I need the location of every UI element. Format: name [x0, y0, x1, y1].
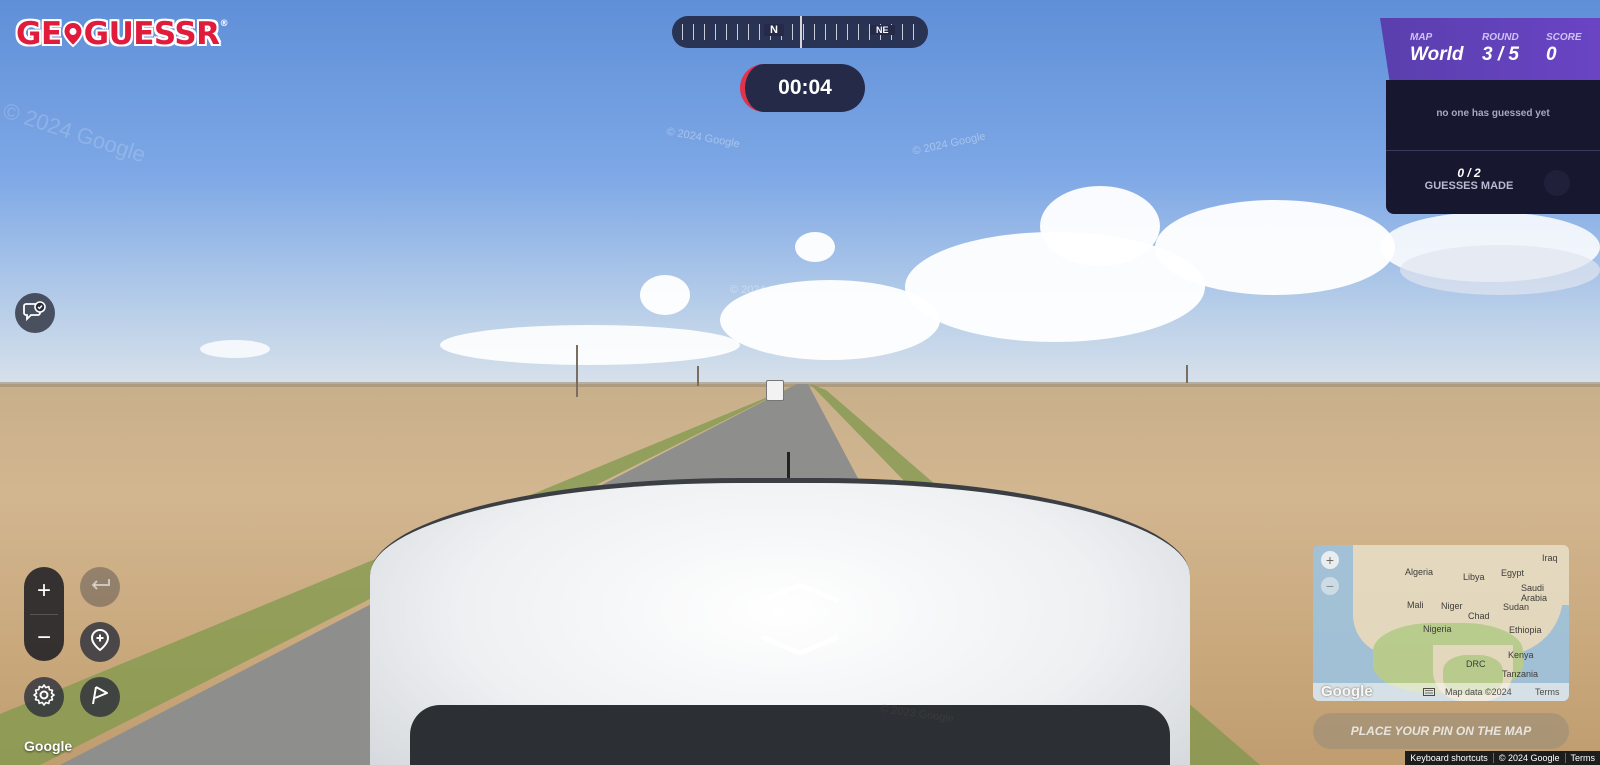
move-back-arrow[interactable]	[760, 612, 840, 666]
score-label: SCORE	[1546, 32, 1582, 43]
map-label-chad: Chad	[1468, 611, 1490, 621]
chat-button[interactable]	[15, 293, 55, 333]
watermark: © 2024 Google	[730, 284, 805, 296]
car-antenna	[787, 452, 790, 478]
logo-text-end: GUESSR	[83, 16, 220, 52]
map-label-algeria: Algeria	[1405, 567, 1434, 577]
score-header: MAP World ROUND 3 / 5 SCORE 0	[1380, 18, 1600, 84]
flag-icon	[89, 684, 111, 711]
round-value: 3 / 5	[1482, 44, 1519, 65]
zoom-in-button[interactable]: +	[24, 567, 64, 614]
compass-north: N	[764, 24, 784, 36]
keyboard-shortcuts-link[interactable]: Keyboard shortcuts	[1405, 753, 1493, 763]
map-label-egypt: Egypt	[1501, 568, 1525, 578]
chat-icon	[23, 300, 47, 327]
registered-mark: ®	[219, 19, 229, 29]
map-zoom-in-button[interactable]: +	[1321, 551, 1339, 569]
guess-minimap[interactable]: Algeria Libya Egypt Iraq Saudi Arabia Ma…	[1313, 545, 1569, 701]
map-data-attribution: Map data ©2024	[1445, 687, 1512, 697]
round-info: ROUND 3 / 5	[1482, 32, 1519, 66]
zoom-out-button[interactable]: −	[24, 614, 64, 661]
guesses-label: GUESSES MADE	[1424, 180, 1514, 192]
map-google-logo: Google	[1321, 683, 1373, 700]
round-timer: 00:04	[740, 64, 865, 112]
map-footer: Google Map data ©2024 Terms	[1313, 683, 1569, 701]
map-label-niger: Niger	[1441, 601, 1463, 611]
gear-icon	[32, 683, 56, 712]
map-label: MAP	[1410, 32, 1433, 43]
geoguessr-logo[interactable]: GE GUESSR®	[16, 16, 229, 52]
score-value: 0	[1546, 44, 1557, 65]
round-label: ROUND	[1482, 32, 1519, 43]
compass: N NE	[672, 16, 928, 48]
compass-northeast: NE	[870, 25, 895, 35]
attribution-bar: Keyboard shortcuts © 2024 Google Terms	[1405, 751, 1600, 765]
distant-truck	[766, 380, 784, 401]
guess-status-text: no one has guessed yet	[1436, 108, 1550, 119]
location-pin-icon	[62, 19, 84, 48]
map-zoom-out-button[interactable]: −	[1321, 577, 1339, 595]
guesses-count: 0 / 2	[1457, 166, 1481, 180]
map-label-kenya: Kenya	[1508, 650, 1534, 660]
map-label-mali: Mali	[1407, 600, 1424, 610]
google-logo: Google	[24, 738, 73, 754]
keyboard-icon[interactable]	[1423, 688, 1435, 698]
map-label-iraq: Iraq	[1542, 553, 1558, 563]
map-terms-link[interactable]: Terms	[1535, 687, 1560, 697]
zoom-controls: + −	[24, 567, 64, 661]
map-label-drc: DRC	[1466, 659, 1486, 669]
terms-link[interactable]: Terms	[1564, 753, 1600, 763]
return-to-start-button[interactable]	[80, 622, 120, 662]
score-info: SCORE 0	[1546, 32, 1582, 66]
undo-icon	[89, 577, 111, 598]
place-pin-button[interactable]: PLACE YOUR PIN ON THE MAP	[1313, 713, 1569, 749]
map-value: World	[1410, 44, 1464, 65]
map-label-sudan: Sudan	[1503, 602, 1530, 612]
move-forward-arrow[interactable]	[760, 560, 840, 614]
map-label-libya: Libya	[1463, 572, 1485, 582]
map-label-nigeria: Nigeria	[1423, 624, 1452, 634]
map-label-ethiopia: Ethiopia	[1509, 625, 1542, 635]
copyright-text: © 2024 Google	[1492, 753, 1565, 763]
guess-indicator	[1544, 170, 1570, 196]
logo-text-start: GE	[16, 16, 62, 52]
guess-status-panel: no one has guessed yet 0 / 2 GUESSES MAD…	[1386, 80, 1600, 214]
map-label-saudi-arabia: Saudi Arabia	[1521, 583, 1548, 603]
settings-button[interactable]	[24, 677, 64, 717]
report-flag-button[interactable]	[80, 677, 120, 717]
undo-button[interactable]	[80, 567, 120, 607]
add-location-icon	[90, 628, 110, 657]
map-info: MAP World	[1410, 32, 1463, 66]
map-label-tanzania: Tanzania	[1502, 669, 1539, 679]
